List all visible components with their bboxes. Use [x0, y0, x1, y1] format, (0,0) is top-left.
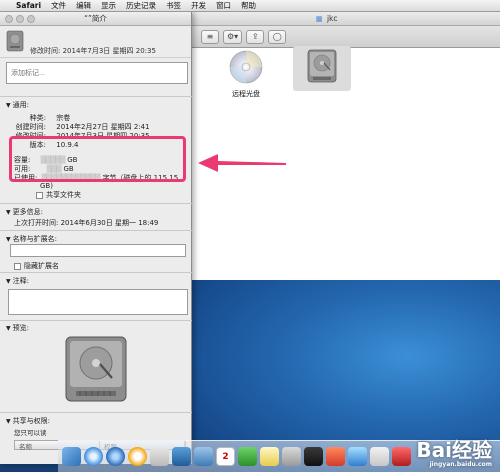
disclosure-triangle-icon: ▼	[6, 209, 11, 216]
tag-button[interactable]: ◯	[268, 29, 287, 44]
disclosure-triangle-icon: ▼	[6, 102, 11, 109]
close-button[interactable]	[5, 15, 13, 23]
finder-title: jkc	[326, 14, 338, 23]
disclosure-triangle-icon: ▼	[6, 236, 11, 243]
menu-app-safari[interactable]: Safari	[16, 1, 41, 10]
shared-folder-checkbox[interactable]: 共享文件夹	[36, 190, 81, 200]
highlight-box	[9, 136, 186, 182]
notes-icon[interactable]	[260, 447, 279, 466]
name-ext-section-toggle[interactable]: ▼ 名称与扩展名:	[6, 234, 57, 244]
terminal-icon[interactable]	[304, 447, 323, 466]
hide-extension-checkbox[interactable]: 隐藏扩展名	[14, 261, 59, 271]
checkbox-icon	[36, 191, 43, 199]
menu-bookmarks[interactable]: 书签	[166, 0, 181, 11]
modified-summary: 修改时间: 2014年7月3日 星期四 20:35	[30, 47, 156, 55]
safari-icon[interactable]	[84, 447, 103, 466]
menu-file[interactable]: 文件	[51, 0, 66, 11]
disclosure-triangle-icon: ▼	[6, 325, 11, 332]
finder-toolbar: ≡ ⚙▾ ⇪ ◯	[153, 26, 500, 48]
divider	[0, 203, 192, 204]
comments-section-toggle[interactable]: ▼ 注释:	[6, 276, 29, 286]
disclosure-triangle-icon: ▼	[6, 278, 11, 285]
menu-bar: Safari 文件 编辑 显示 历史记录 书签 开发 窗口 帮助	[0, 0, 500, 12]
zoom-button[interactable]	[27, 15, 35, 23]
photo-icon[interactable]	[172, 447, 191, 466]
menu-view[interactable]: 显示	[101, 0, 116, 11]
cd-disc-icon	[217, 50, 275, 86]
arrow-left-icon	[198, 154, 286, 172]
divider	[0, 96, 192, 97]
hard-drive-icon	[65, 336, 127, 402]
window-controls	[5, 15, 35, 23]
divider	[0, 412, 192, 413]
disclosure-triangle-icon: ▼	[6, 418, 11, 425]
divider	[0, 230, 192, 231]
menu-edit[interactable]: 编辑	[76, 0, 91, 11]
app-icon[interactable]	[370, 447, 389, 466]
more-info-section-toggle[interactable]: ▼ 更多信息:	[6, 207, 43, 217]
tags-input[interactable]	[6, 62, 188, 84]
itunes-icon[interactable]	[128, 447, 147, 466]
app-icon[interactable]	[150, 447, 169, 466]
comments-field[interactable]	[8, 289, 188, 315]
finder-titlebar: ■ jkc	[153, 12, 500, 26]
folder-icon: ■	[315, 14, 323, 23]
hard-drive-icon	[6, 30, 24, 54]
name-field[interactable]	[10, 244, 186, 257]
general-section-toggle[interactable]: ▼ 通用:	[6, 100, 29, 110]
divider	[0, 320, 192, 321]
info-titlebar: “”简介	[0, 12, 191, 26]
divider	[0, 272, 192, 273]
menu-window[interactable]: 窗口	[216, 0, 231, 11]
share-button[interactable]: ⇪	[246, 29, 265, 44]
hard-drive-icon	[293, 48, 351, 86]
app-icon[interactable]	[326, 447, 345, 466]
hard-drive-item[interactable]	[293, 46, 351, 91]
get-info-window: “”简介 修改时间: 2014年7月3日 星期四 20:35 ▼通用: 种类: …	[0, 12, 192, 464]
qq-icon[interactable]	[348, 447, 367, 466]
watermark-logo: Bai经验 jingyan.baidu.com	[416, 438, 492, 468]
remote-disc-item[interactable]: 远程光盘	[217, 50, 275, 99]
minimize-button[interactable]	[16, 15, 24, 23]
app-icon[interactable]	[392, 447, 411, 466]
menu-history[interactable]: 历史记录	[126, 0, 156, 11]
action-gear-button[interactable]: ⚙▾	[223, 29, 243, 44]
finder-icon[interactable]	[62, 447, 81, 466]
menu-help[interactable]: 帮助	[241, 0, 256, 11]
appstore-icon[interactable]	[194, 447, 213, 466]
permission-note: 您只可以读	[14, 429, 47, 437]
finder-window: ■ jkc ≡ ⚙▾ ⇪ ◯ 远程光盘	[152, 12, 500, 280]
messages-icon[interactable]	[238, 447, 257, 466]
menu-develop[interactable]: 开发	[191, 0, 206, 11]
last-opened-row: 上次打开时间: 2014年6月30日 星期一 18:49	[14, 219, 159, 227]
info-summary: 修改时间: 2014年7月3日 星期四 20:35	[0, 26, 191, 58]
preview-image	[62, 334, 130, 408]
preview-section-toggle[interactable]: ▼ 预览:	[6, 323, 29, 333]
sharing-section-toggle[interactable]: ▼ 共享与权限:	[6, 416, 50, 426]
calendar-icon[interactable]: 2	[216, 447, 235, 466]
remote-disc-label: 远程光盘	[232, 90, 260, 98]
browser-icon[interactable]	[106, 447, 125, 466]
preview-app-icon[interactable]	[282, 447, 301, 466]
view-options-button[interactable]: ≡	[201, 29, 219, 44]
checkbox-icon	[14, 262, 21, 270]
used-row-cont: GB)	[40, 182, 53, 190]
info-title: “”简介	[84, 14, 107, 23]
